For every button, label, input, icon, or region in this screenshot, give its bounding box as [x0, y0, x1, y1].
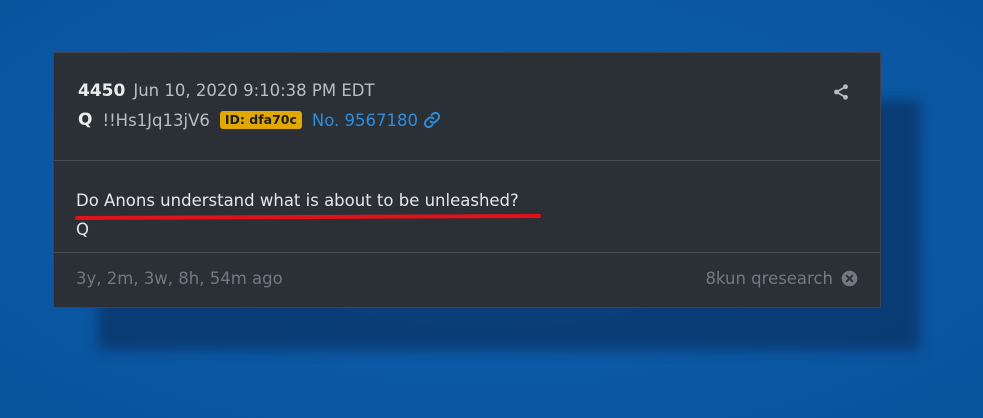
post-header: 4450 Jun 10, 2020 9:10:38 PM EDT Q !!Hs1… [54, 53, 880, 161]
post-number-link[interactable]: No. 9567180 [312, 111, 441, 130]
post-text-line-2: Q [76, 220, 89, 239]
close-circle-icon[interactable] [841, 270, 858, 287]
post-author: Q [78, 110, 93, 130]
post-card: 4450 Jun 10, 2020 9:10:38 PM EDT Q !!Hs1… [53, 52, 881, 308]
post-number: 4450 [78, 81, 126, 101]
post-text-line-1: Do Anons understand what is about to be … [76, 191, 519, 210]
post-author-row: Q !!Hs1Jq13jV6 ID: dfa70c No. 9567180 [78, 110, 441, 130]
post-body: Do Anons understand what is about to be … [54, 161, 880, 253]
time-ago: 3y, 2m, 3w, 8h, 54m ago [76, 269, 283, 288]
post-link-label: No. 9567180 [311, 110, 419, 130]
post-footer: 3y, 2m, 3w, 8h, 54m ago 8kun qresearch [54, 253, 880, 307]
link-icon [423, 111, 441, 129]
post-tripcode: !!Hs1Jq13jV6 [102, 110, 210, 130]
id-badge: ID: dfa70c [219, 111, 302, 129]
source-label: 8kun qresearch [705, 269, 833, 288]
post-source: 8kun qresearch [705, 269, 858, 288]
post-date: Jun 10, 2020 9:10:38 PM EDT [133, 81, 375, 100]
post-meta-row: 4450 Jun 10, 2020 9:10:38 PM EDT [78, 81, 375, 101]
share-icon[interactable] [832, 83, 850, 101]
